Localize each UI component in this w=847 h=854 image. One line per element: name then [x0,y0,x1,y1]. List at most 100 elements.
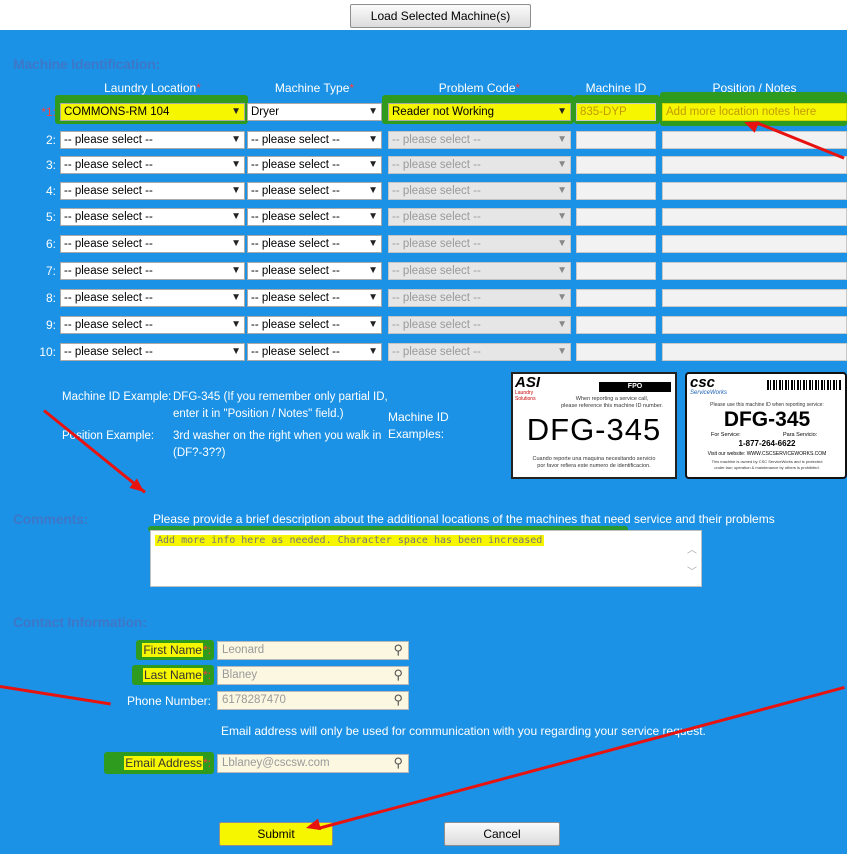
position-notes-field[interactable] [662,235,847,253]
row-number: 5: [45,210,56,224]
laundry-location-select[interactable]: COMMONS-RM 104 ▼ [60,103,245,121]
chevron-down-icon[interactable]: ▼ [368,183,378,199]
chevron-down-icon[interactable]: ▼ [557,317,567,333]
machine-id-field[interactable] [576,289,656,307]
position-notes-field[interactable]: Add more location notes here [662,103,847,121]
position-notes-field[interactable] [662,262,847,280]
machine-type-select[interactable]: -- please select -- ▼ [247,343,382,361]
problem-code-select[interactable]: -- please select -- ▼ [388,343,571,361]
machine-id-field[interactable] [576,262,656,280]
problem-code-select[interactable]: -- please select -- ▼ [388,316,571,334]
problem-code-select[interactable]: -- please select -- ▼ [388,235,571,253]
autofill-icon[interactable]: ⚲ [393,641,403,658]
chevron-down-icon[interactable]: ▼ [231,209,241,225]
chevron-down-icon[interactable]: ▼ [557,132,567,148]
chevron-down-icon[interactable]: ▼ [231,290,241,306]
position-notes-field[interactable] [662,343,847,361]
machine-type-select[interactable]: -- please select -- ▼ [247,262,382,280]
laundry-location-select-value: -- please select -- [64,134,153,146]
problem-code-select-value: -- please select -- [392,292,481,304]
laundry-location-select[interactable]: -- please select -- ▼ [60,316,245,334]
chevron-down-icon[interactable]: ▼ [368,209,378,225]
position-notes-field[interactable] [662,316,847,334]
csc-logo: csc ServiceWorks [690,374,728,396]
problem-code-select[interactable]: -- please select -- ▼ [388,182,571,200]
last-name-field[interactable]: Blaney ⚲ [217,666,409,685]
chevron-down-icon[interactable]: ▼ [231,157,241,173]
machine-id-field[interactable] [576,343,656,361]
chevron-down-icon[interactable]: ▼ [557,290,567,306]
machine-id-field[interactable] [576,182,656,200]
machine-type-select-value: -- please select -- [251,211,340,223]
chevron-down-icon[interactable]: ▼ [231,236,241,252]
scroll-down-icon[interactable]: ﹀ [687,563,697,578]
laundry-location-select[interactable]: -- please select -- ▼ [60,208,245,226]
laundry-location-select-value: -- please select -- [64,159,153,171]
problem-code-select[interactable]: -- please select -- ▼ [388,289,571,307]
machine-type-select[interactable]: -- please select -- ▼ [247,156,382,174]
chevron-down-icon[interactable]: ▼ [368,263,378,279]
chevron-down-icon[interactable]: ▼ [231,183,241,199]
chevron-down-icon[interactable]: ▼ [557,209,567,225]
chevron-down-icon[interactable]: ▼ [231,317,241,333]
autofill-icon[interactable]: ⚲ [393,754,403,771]
phone-number-field[interactable]: 6178287470 ⚲ [217,691,409,710]
position-notes-field[interactable] [662,182,847,200]
chevron-down-icon[interactable]: ▼ [368,132,378,148]
machine-type-select[interactable]: -- please select -- ▼ [247,289,382,307]
machine-id-field[interactable] [576,316,656,334]
machine-type-select[interactable]: -- please select -- ▼ [247,182,382,200]
position-notes-field[interactable] [662,208,847,226]
position-notes-field[interactable] [662,156,847,174]
machine-id-field[interactable]: 835-DYP [576,103,656,121]
chevron-down-icon[interactable]: ▼ [557,183,567,199]
laundry-location-select[interactable]: -- please select -- ▼ [60,235,245,253]
email-address-field[interactable]: Lblaney@cscsw.com ⚲ [217,754,409,773]
autofill-icon[interactable]: ⚲ [393,666,403,683]
problem-code-select[interactable]: Reader not Working ▼ [388,103,571,121]
chevron-down-icon[interactable]: ▼ [231,263,241,279]
cancel-button[interactable]: Cancel [444,822,560,846]
chevron-down-icon[interactable]: ▼ [557,344,567,360]
machine-type-select[interactable]: -- please select -- ▼ [247,131,382,149]
chevron-down-icon[interactable]: ▼ [368,236,378,252]
position-notes-field[interactable] [662,289,847,307]
problem-code-select-value: -- please select -- [392,185,481,197]
laundry-location-select[interactable]: -- please select -- ▼ [60,289,245,307]
load-selected-machines-button[interactable]: Load Selected Machine(s) [350,4,531,28]
laundry-location-select[interactable]: -- please select -- ▼ [60,262,245,280]
scroll-up-icon[interactable]: ︿ [687,541,697,556]
problem-code-select-value: -- please select -- [392,346,481,358]
chevron-down-icon[interactable]: ▼ [368,104,378,120]
machine-id-field[interactable] [576,208,656,226]
machine-type-select[interactable]: Dryer ▼ [247,103,382,121]
chevron-down-icon[interactable]: ▼ [231,132,241,148]
machine-id-field[interactable] [576,131,656,149]
problem-code-select[interactable]: -- please select -- ▼ [388,262,571,280]
chevron-down-icon[interactable]: ▼ [368,344,378,360]
chevron-down-icon[interactable]: ▼ [557,104,567,120]
problem-code-select[interactable]: -- please select -- ▼ [388,208,571,226]
machine-type-select[interactable]: -- please select -- ▼ [247,208,382,226]
machine-id-field[interactable] [576,156,656,174]
chevron-down-icon[interactable]: ▼ [231,104,241,120]
machine-id-field[interactable] [576,235,656,253]
first-name-field[interactable]: Leonard ⚲ [217,641,409,660]
chevron-down-icon[interactable]: ▼ [368,317,378,333]
chevron-down-icon[interactable]: ▼ [557,157,567,173]
laundry-location-select[interactable]: -- please select -- ▼ [60,182,245,200]
autofill-icon[interactable]: ⚲ [393,691,403,708]
chevron-down-icon[interactable]: ▼ [368,157,378,173]
chevron-down-icon[interactable]: ▼ [557,236,567,252]
laundry-location-select[interactable]: -- please select -- ▼ [60,131,245,149]
machine-type-select[interactable]: -- please select -- ▼ [247,316,382,334]
chevron-down-icon[interactable]: ▼ [231,344,241,360]
comments-textarea[interactable]: Add more info here as needed. Character … [150,530,702,587]
chevron-down-icon[interactable]: ▼ [557,263,567,279]
laundry-location-select[interactable]: -- please select -- ▼ [60,343,245,361]
chevron-down-icon[interactable]: ▼ [368,290,378,306]
laundry-location-select[interactable]: -- please select -- ▼ [60,156,245,174]
problem-code-select[interactable]: -- please select -- ▼ [388,131,571,149]
problem-code-select[interactable]: -- please select -- ▼ [388,156,571,174]
machine-type-select[interactable]: -- please select -- ▼ [247,235,382,253]
